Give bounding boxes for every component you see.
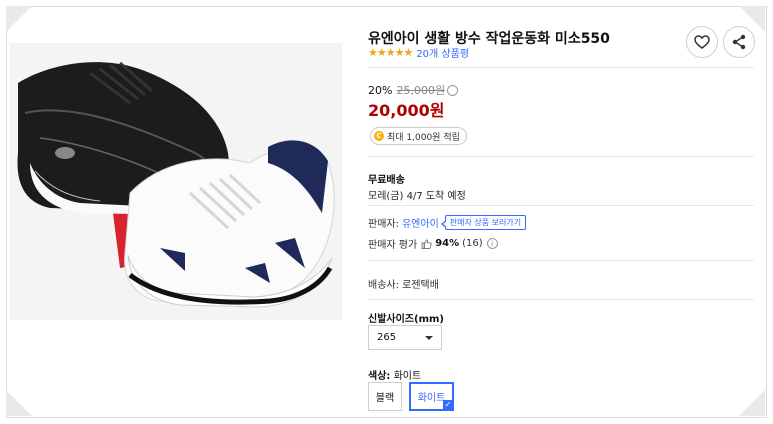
cash-reward-label: 최대 1,000원 적립 — [387, 132, 460, 143]
info-icon[interactable]: i — [486, 238, 498, 249]
sneakers-illustration — [10, 43, 342, 320]
corner-decoration — [6, 390, 32, 416]
wishlist-button[interactable] — [686, 26, 718, 58]
divider — [368, 156, 754, 157]
rating-stars: ★★★★★ — [368, 46, 413, 59]
discount-rate: 20% — [368, 83, 393, 97]
sale-price: 20,000원 — [368, 101, 445, 120]
divider — [368, 260, 754, 261]
discount-row: 20% 25,000원 ⓘ — [368, 82, 459, 98]
color-option-white[interactable]: 화이트 ✓ — [409, 382, 454, 411]
divider — [368, 299, 754, 300]
share-button[interactable] — [723, 26, 755, 58]
color-option-label: 화이트 — [417, 393, 446, 404]
seller-prefix: 판매자: — [368, 219, 399, 230]
color-selected-value: 화이트 — [393, 371, 422, 382]
size-dropdown[interactable]: 265 — [368, 325, 442, 350]
cash-reward-badge: C 최대 1,000원 적립 — [370, 127, 467, 145]
seller-rating-row: 판매자 평가 94% (16) i — [368, 236, 498, 251]
info-icon[interactable]: ⓘ — [447, 84, 459, 96]
corner-decoration — [6, 6, 32, 32]
original-price: 25,000원 — [396, 84, 446, 97]
color-label-prefix: 색상: — [368, 371, 391, 382]
check-icon: ✓ — [443, 400, 453, 410]
shipping-label: 무료배송 — [368, 175, 405, 186]
size-selected-value: 265 — [377, 332, 397, 343]
product-info-panel: 유엔아이 생활 방수 작업운동화 미소550 ★★★★★ 20개 상품평 20%… — [368, 0, 756, 424]
seller-link[interactable]: 유엔아이 — [402, 215, 439, 230]
thumbs-up-icon — [421, 239, 432, 249]
heart-icon — [694, 35, 710, 49]
seller-rating-count: (16) — [462, 238, 483, 249]
rating-row: ★★★★★ 20개 상품평 — [368, 45, 469, 60]
share-icon — [732, 34, 746, 50]
seller-products-tooltip[interactable]: 판매자 상품 보러가기 — [440, 215, 527, 230]
chevron-down-icon — [425, 335, 433, 340]
coin-icon: C — [374, 131, 384, 141]
divider — [368, 67, 754, 68]
arrival-date: 모레(금) 4/7 도착 예정 — [368, 191, 466, 202]
color-option-black[interactable]: 블랙 — [368, 382, 402, 411]
seller-rating-prefix: 판매자 평가 — [368, 240, 418, 251]
delivery-company: 배송사: 로젠택배 — [368, 280, 439, 291]
color-option-label: 블랙 — [375, 393, 395, 404]
divider — [368, 205, 754, 206]
size-label: 신발사이즈(mm) — [368, 314, 444, 325]
product-image[interactable] — [10, 43, 342, 320]
review-count-link[interactable]: 20개 상품평 — [416, 45, 469, 60]
seller-row: 판매자: 유엔아이 판매자 상품 보러가기 — [368, 215, 527, 230]
seller-rating-percent: 94% — [435, 238, 460, 249]
color-label: 색상: 화이트 — [368, 367, 421, 382]
